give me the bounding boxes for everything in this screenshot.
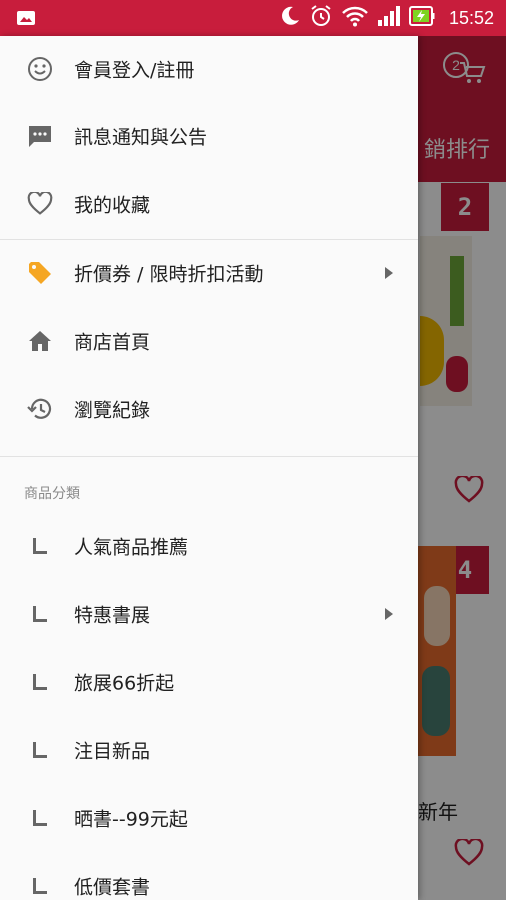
drawer-item-favorites[interactable]: 我的收藏 <box>0 171 418 237</box>
drawer-item-coupons[interactable]: 折價券 / 限時折扣活動 <box>0 240 418 306</box>
category-section-title: 商品分類 <box>24 486 80 502</box>
category-item-label: 旅展66折起 <box>74 672 175 695</box>
navigation-drawer: 會員登入/註冊 訊息通知與公告 我的收藏 折價券 / 限時折扣活動 商店首頁 瀏… <box>0 36 418 900</box>
alarm-icon <box>309 4 333 32</box>
image-icon <box>16 9 36 31</box>
drawer-item-store-home[interactable]: 商店首頁 <box>0 308 418 374</box>
category-item-label: 人氣商品推薦 <box>74 536 189 559</box>
category-item[interactable]: 低價套書 <box>0 853 418 900</box>
drawer-item-label: 瀏覽紀錄 <box>74 399 151 422</box>
divider <box>0 456 418 457</box>
history-icon <box>26 395 54 423</box>
status-bar: 15:52 <box>0 0 506 36</box>
heart-outline-icon <box>26 190 54 218</box>
category-item[interactable]: 人氣商品推薦 <box>0 513 418 579</box>
drawer-item-notifications[interactable]: 訊息通知與公告 <box>0 103 418 169</box>
subitem-corner-icon <box>26 600 54 628</box>
category-item-label: 注目新品 <box>74 740 151 763</box>
category-item-label: 低價套書 <box>74 876 151 899</box>
drawer-item-member-login[interactable]: 會員登入/註冊 <box>0 36 418 102</box>
drawer-item-label: 我的收藏 <box>74 194 151 217</box>
chevron-right-icon <box>385 608 393 620</box>
message-icon <box>26 122 54 150</box>
category-item-label: 晒書--99元起 <box>74 808 188 831</box>
subitem-corner-icon <box>26 804 54 832</box>
tag-icon <box>26 259 54 287</box>
wifi-icon <box>341 5 369 31</box>
category-item-label: 特惠書展 <box>74 604 151 627</box>
drawer-item-label: 訊息通知與公告 <box>74 126 208 149</box>
category-item[interactable]: 特惠書展 <box>0 581 418 647</box>
subitem-corner-icon <box>26 668 54 696</box>
battery-charging-icon <box>408 4 435 32</box>
subitem-corner-icon <box>26 872 54 900</box>
chevron-right-icon <box>385 267 393 279</box>
category-item[interactable]: 晒書--99元起 <box>0 785 418 851</box>
home-icon <box>26 327 54 355</box>
subitem-corner-icon <box>26 532 54 560</box>
category-item[interactable]: 注目新品 <box>0 717 418 783</box>
moon-icon <box>279 5 301 31</box>
smiley-icon <box>26 55 54 83</box>
drawer-item-label: 商店首頁 <box>74 331 151 354</box>
drawer-item-label: 會員登入/註冊 <box>74 59 195 82</box>
drawer-item-history[interactable]: 瀏覽紀錄 <box>0 376 418 442</box>
subitem-corner-icon <box>26 736 54 764</box>
status-time: 15:52 <box>448 7 494 28</box>
drawer-item-label: 折價券 / 限時折扣活動 <box>74 263 264 286</box>
category-item[interactable]: 旅展66折起 <box>0 649 418 715</box>
signal-icon <box>377 5 401 31</box>
